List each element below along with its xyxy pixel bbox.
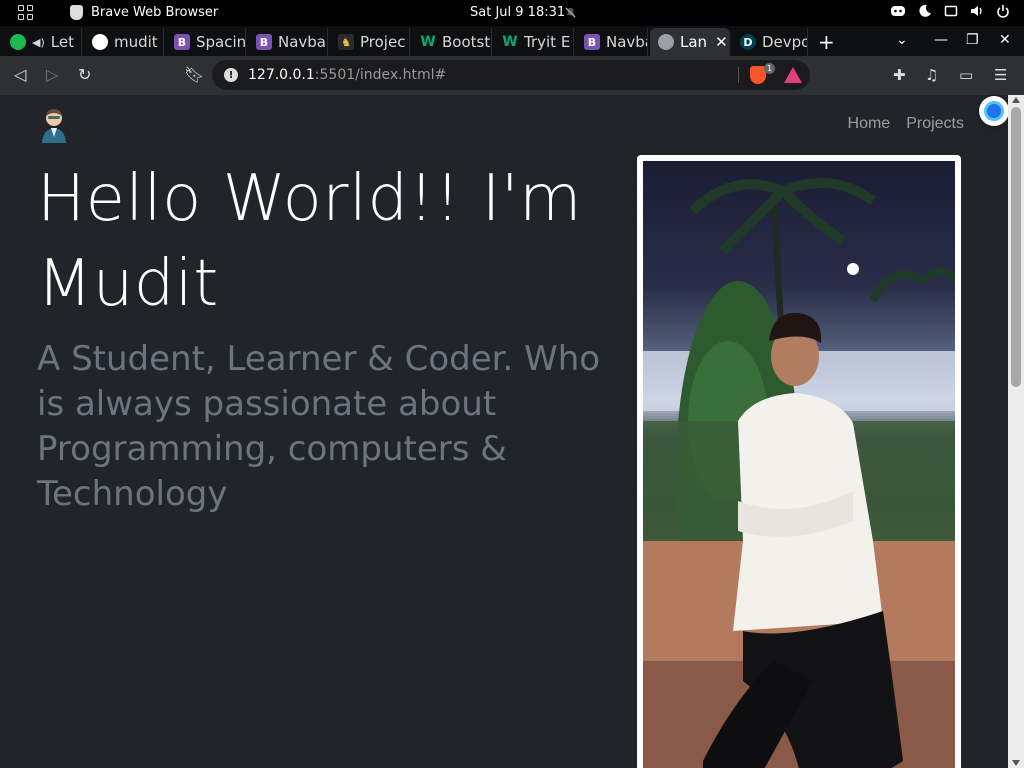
active-app-name: Brave Web Browser xyxy=(91,5,219,20)
site-info-icon[interactable]: ! xyxy=(224,68,238,82)
project-icon: ♞ xyxy=(338,34,354,50)
tab-bootstrap-navbar-2[interactable]: B Navba xyxy=(576,28,648,56)
system-tray xyxy=(890,4,1010,18)
scroll-down-arrow-icon[interactable] xyxy=(1012,760,1020,766)
power-icon[interactable] xyxy=(996,4,1010,18)
url-host: 127.0.0.1 xyxy=(248,67,315,83)
volume-icon[interactable] xyxy=(970,4,984,18)
tab-label: Spacin xyxy=(196,33,246,51)
tab-w3schools-bootstrap[interactable]: W Bootst xyxy=(412,28,492,56)
active-app-indicator[interactable]: Brave Web Browser xyxy=(70,5,218,20)
night-light-icon[interactable] xyxy=(918,4,932,18)
profile-photo-frame xyxy=(637,155,961,768)
tab-label: Devpo xyxy=(762,33,808,51)
tab-bootstrap-spacing[interactable]: B Spacin xyxy=(166,28,246,56)
discord-icon[interactable] xyxy=(890,4,906,18)
bookmark-icon[interactable]: 🔖︎ xyxy=(184,65,204,84)
tab-bootstrap-navbar[interactable]: B Navba xyxy=(248,28,328,56)
extension-logo-icon xyxy=(984,101,1004,121)
tab-github[interactable]: mudit xyxy=(84,28,164,56)
brave-rewards-icon[interactable] xyxy=(784,67,802,83)
nav-link-home[interactable]: Home xyxy=(848,115,891,133)
bootstrap-icon: B xyxy=(584,34,600,50)
brave-lion-icon xyxy=(70,5,83,20)
tab-label: Bootst xyxy=(442,33,491,51)
tab-label: Tryit E xyxy=(524,33,571,51)
screen-icon[interactable] xyxy=(944,4,958,18)
tab-landing-active[interactable]: Lan ✕ xyxy=(650,28,730,56)
tab-label: mudit xyxy=(114,33,158,51)
spotify-icon xyxy=(10,34,26,50)
restore-window-button[interactable]: ❐ xyxy=(966,32,979,48)
tab-search-chevron-icon[interactable]: ⌄ xyxy=(896,32,908,48)
new-tab-button[interactable]: + xyxy=(818,30,835,54)
media-playlist-icon[interactable]: ♫ xyxy=(925,66,943,84)
system-top-bar: Brave Web Browser Sat Jul 9 18:31 xyxy=(0,0,1024,26)
grammar-extension-bubble[interactable] xyxy=(979,96,1009,126)
scroll-up-arrow-icon[interactable] xyxy=(1012,97,1020,103)
close-tab-icon[interactable]: ✕ xyxy=(715,33,728,51)
system-clock[interactable]: Sat Jul 9 18:31 xyxy=(470,5,565,20)
tab-audio-icon: ◀) xyxy=(32,35,45,49)
profile-photo xyxy=(643,161,955,768)
tab-w3schools-tryit[interactable]: W Tryit E xyxy=(494,28,574,56)
page-scrollbar[interactable] xyxy=(1008,95,1024,768)
wallet-icon[interactable]: ▭ xyxy=(959,66,977,84)
tab-label: Lan xyxy=(680,33,708,51)
extensions-icon[interactable]: ✚ xyxy=(893,66,911,84)
tab-label: Navba xyxy=(278,33,327,51)
tab-spotify[interactable]: ◀) Let xyxy=(2,28,82,56)
minimize-window-button[interactable]: — xyxy=(934,32,948,48)
web-page: Home Projects Hello World!! I'm Mudit A … xyxy=(0,95,1008,768)
avatar-logo[interactable] xyxy=(39,107,69,143)
tab-label: Projec xyxy=(360,33,406,51)
tab-label: Let xyxy=(50,33,74,51)
w3schools-icon: W xyxy=(420,34,436,50)
reload-button[interactable]: ↻ xyxy=(78,65,91,84)
back-button[interactable]: ◁ xyxy=(14,65,26,84)
tab-label: Navba xyxy=(606,33,647,51)
scrollbar-thumb[interactable] xyxy=(1011,107,1021,387)
notifications-muted-icon xyxy=(565,7,576,18)
tab-devpost[interactable]: D Devpo xyxy=(732,28,808,56)
url-path: :5501/index.html# xyxy=(314,67,447,83)
close-window-button[interactable]: ✕ xyxy=(999,32,1011,48)
address-bar[interactable]: ! 127.0.0.1:5501/index.html# 1 xyxy=(212,60,810,90)
bootstrap-icon: B xyxy=(174,34,190,50)
browser-toolbar: ◁ ▷ ↻ 🔖︎ ! 127.0.0.1:5501/index.html# 1 … xyxy=(0,56,1024,95)
app-grid-icon[interactable] xyxy=(18,5,34,21)
omnibox-divider xyxy=(738,67,739,83)
top-nav: Home Projects xyxy=(848,115,964,133)
tab-project[interactable]: ♞ Projec xyxy=(330,28,410,56)
hero-subtitle: A Student, Learner & Coder. Who is alway… xyxy=(37,339,601,514)
hero-title: Hello World!! I'm Mudit xyxy=(37,162,582,321)
forward-button[interactable]: ▷ xyxy=(46,65,58,84)
devpost-icon: D xyxy=(740,34,756,50)
w3schools-icon: W xyxy=(502,34,518,50)
shields-count-badge: 1 xyxy=(764,63,775,74)
menu-icon[interactable]: ☰ xyxy=(994,66,1012,84)
github-icon xyxy=(92,34,108,50)
bootstrap-icon: B xyxy=(256,34,272,50)
browser-tab-strip: ◀) Let mudit B Spacin B Navba ♞ Projec W… xyxy=(0,26,1024,56)
globe-icon xyxy=(658,34,674,50)
nav-link-projects[interactable]: Projects xyxy=(906,115,964,133)
